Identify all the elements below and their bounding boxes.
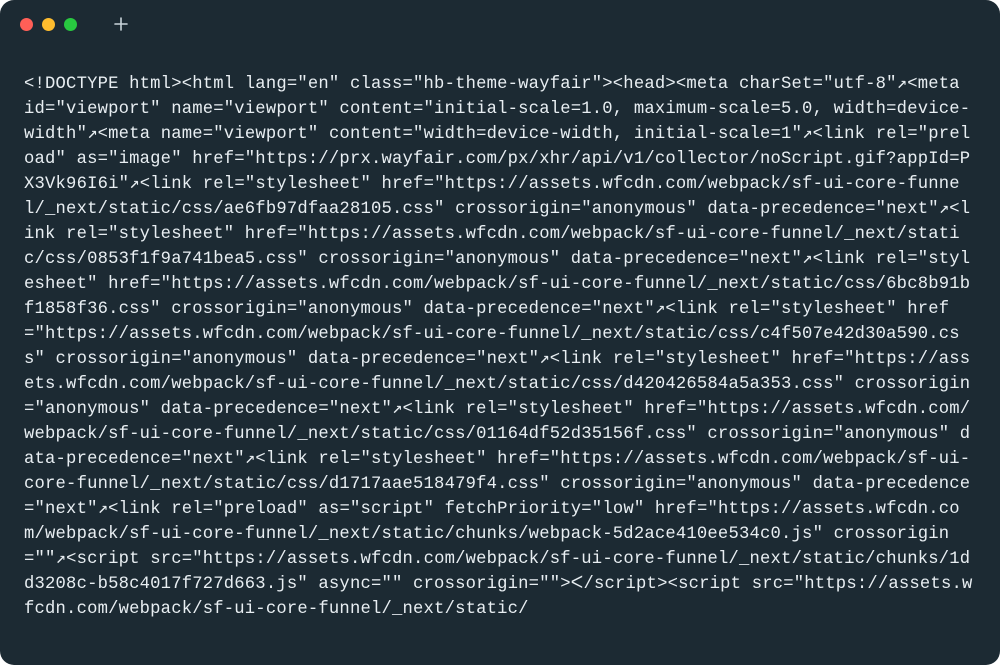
terminal-body[interactable]: <!DOCTYPE html><html lang="en" class="hb… <box>0 48 1000 665</box>
code-output: <!DOCTYPE html><html lang="en" class="hb… <box>24 72 976 622</box>
titlebar <box>0 0 1000 48</box>
terminal-window: <!DOCTYPE html><html lang="en" class="hb… <box>0 0 1000 665</box>
new-tab-button[interactable] <box>111 14 131 34</box>
traffic-lights <box>20 18 77 31</box>
maximize-button[interactable] <box>64 18 77 31</box>
minimize-button[interactable] <box>42 18 55 31</box>
close-button[interactable] <box>20 18 33 31</box>
